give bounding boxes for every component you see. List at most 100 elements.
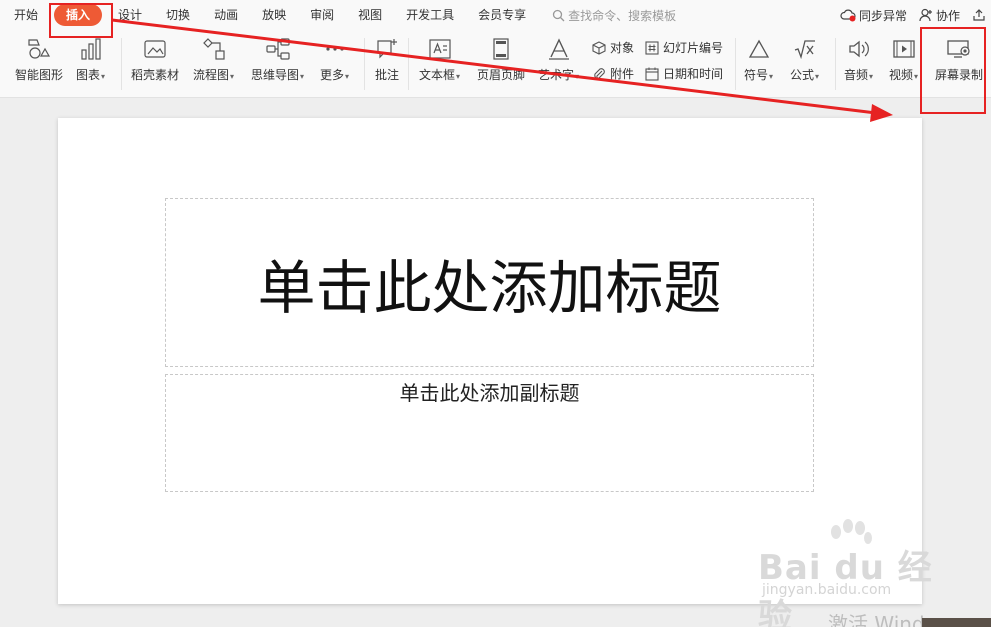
menu-slideshow[interactable]: 放映	[250, 4, 298, 26]
speaker-icon	[848, 40, 869, 58]
sync-label: 同步异常	[858, 8, 907, 23]
bar-chart-icon	[80, 38, 101, 60]
chevron-down-icon: ▾	[300, 72, 305, 81]
mindmap-label: 思维导图	[251, 68, 300, 82]
annotation-box-screen-record	[920, 27, 986, 114]
cube-icon	[592, 40, 606, 55]
chevron-down-icon: ▾	[575, 72, 580, 81]
audio-label: 音频	[844, 68, 869, 82]
more-button[interactable]: 更多▾	[320, 36, 349, 84]
menu-view[interactable]: 视图	[346, 4, 394, 26]
video-icon	[892, 40, 915, 58]
command-search[interactable]: 查找命令、搜索模板	[552, 7, 676, 24]
symbol-button[interactable]: 符号▾	[744, 36, 773, 84]
triangle-icon	[748, 39, 769, 58]
wordart-label: 艺术字	[538, 68, 575, 82]
menu-vip[interactable]: 会员专享	[466, 4, 538, 26]
header-footer-label: 页眉页脚	[477, 68, 526, 82]
object-label: 对象	[610, 41, 635, 55]
header-footer-button[interactable]: 页眉页脚	[477, 36, 525, 82]
datetime-button[interactable]: 日期和时间	[645, 65, 723, 82]
textbox-label: 文本框	[419, 68, 456, 82]
flowchart-label: 流程图	[193, 68, 230, 82]
title-placeholder[interactable]: 单击此处添加标题	[165, 198, 814, 367]
title-placeholder-text: 单击此处添加标题	[257, 253, 722, 322]
textbox-button[interactable]: 文本框▾	[419, 36, 460, 84]
sync-status-button[interactable]: 同步异常	[840, 7, 907, 24]
comment-button[interactable]: 批注	[374, 36, 400, 82]
paperclip-icon	[594, 67, 605, 80]
menu-review[interactable]: 审阅	[298, 4, 346, 26]
video-label: 视频	[889, 68, 914, 82]
mindmap-button[interactable]: 思维导图▾	[251, 36, 304, 84]
watermark-url: jingyan.baidu.com	[762, 582, 892, 598]
chevron-down-icon: ▾	[101, 72, 106, 81]
annotation-box-insert	[49, 3, 113, 38]
attachment-label: 附件	[610, 67, 635, 81]
chevron-down-icon: ▾	[815, 72, 820, 81]
calendar-icon	[645, 67, 659, 81]
formula-label: 公式	[790, 68, 815, 82]
smart-shape-icon	[28, 39, 51, 59]
ribbon-divider	[408, 38, 409, 90]
collab-button[interactable]: 协作	[919, 7, 960, 24]
ribbon-toolbar: 智能图形 图表▾ 稻壳素材 流程图▾ 思维导图▾ 更多▾ 批注 文本框▾ 页眉页…	[0, 30, 991, 98]
search-icon	[553, 9, 565, 21]
formula-button[interactable]: 公式▾	[790, 36, 819, 84]
search-placeholder: 查找命令、搜索模板	[568, 8, 677, 23]
menu-developer[interactable]: 开发工具	[394, 4, 466, 26]
ribbon-divider	[364, 38, 365, 90]
taskbar-edge	[922, 618, 991, 627]
baidu-watermark: Bai du 经验 jingyan.baidu.com	[758, 518, 958, 627]
textbox-icon	[428, 39, 451, 59]
datetime-label: 日期和时间	[663, 67, 724, 81]
slide-number-label: 幻灯片编号	[663, 41, 724, 55]
share-button[interactable]	[972, 8, 989, 22]
ribbon-divider	[121, 38, 122, 90]
menu-bar: 开始 插入 设计 切换 动画 放映 审阅 视图 开发工具 会员专享 查找命令、搜…	[0, 0, 991, 30]
user-add-icon	[919, 8, 932, 22]
flowchart-button[interactable]: 流程图▾	[193, 36, 234, 84]
object-button[interactable]: 对象	[592, 39, 634, 56]
daoke-label: 稻壳素材	[131, 68, 180, 82]
chevron-down-icon: ▾	[769, 72, 774, 81]
wordart-button[interactable]: 艺术字▾	[538, 36, 579, 84]
smart-shape-button[interactable]: 智能图形	[15, 36, 63, 82]
chevron-down-icon: ▾	[869, 72, 874, 81]
comment-label: 批注	[374, 68, 399, 82]
menu-transition[interactable]: 切换	[154, 4, 202, 26]
symbol-label: 符号	[744, 68, 769, 82]
collab-label: 协作	[935, 8, 960, 23]
attachment-button[interactable]: 附件	[592, 65, 634, 82]
chevron-down-icon: ▾	[914, 72, 919, 81]
chart-button[interactable]: 图表▾	[76, 36, 105, 84]
cloud-warning-icon	[840, 9, 856, 22]
subtitle-placeholder-text: 单击此处添加副标题	[399, 381, 580, 405]
daoke-material-button[interactable]: 稻壳素材	[131, 36, 179, 82]
image-material-icon	[144, 40, 166, 58]
ribbon-divider	[735, 38, 736, 90]
more-label: 更多	[320, 68, 345, 82]
chevron-down-icon: ▾	[456, 72, 461, 81]
menu-right: 同步异常 协作	[840, 0, 991, 30]
formula-icon	[794, 40, 815, 60]
menu-design[interactable]: 设计	[106, 4, 154, 26]
menu-animation[interactable]: 动画	[202, 4, 250, 26]
chart-label: 图表	[76, 68, 101, 82]
flowchart-icon	[202, 38, 225, 60]
more-dots-icon	[325, 47, 344, 51]
ribbon-divider	[835, 38, 836, 90]
header-footer-icon	[493, 38, 509, 60]
menu-home[interactable]: 开始	[0, 4, 50, 26]
wordart-icon	[548, 38, 569, 60]
video-button[interactable]: 视频▾	[889, 36, 918, 84]
subtitle-placeholder[interactable]: 单击此处添加副标题	[165, 374, 814, 492]
slide-number-button[interactable]: 幻灯片编号	[645, 39, 723, 56]
chevron-down-icon: ▾	[230, 72, 235, 81]
comment-add-icon	[377, 39, 397, 59]
mindmap-icon	[265, 38, 290, 60]
hash-box-icon	[645, 40, 659, 55]
chevron-down-icon: ▾	[345, 72, 350, 81]
audio-button[interactable]: 音频▾	[844, 36, 873, 84]
share-icon	[973, 9, 985, 21]
